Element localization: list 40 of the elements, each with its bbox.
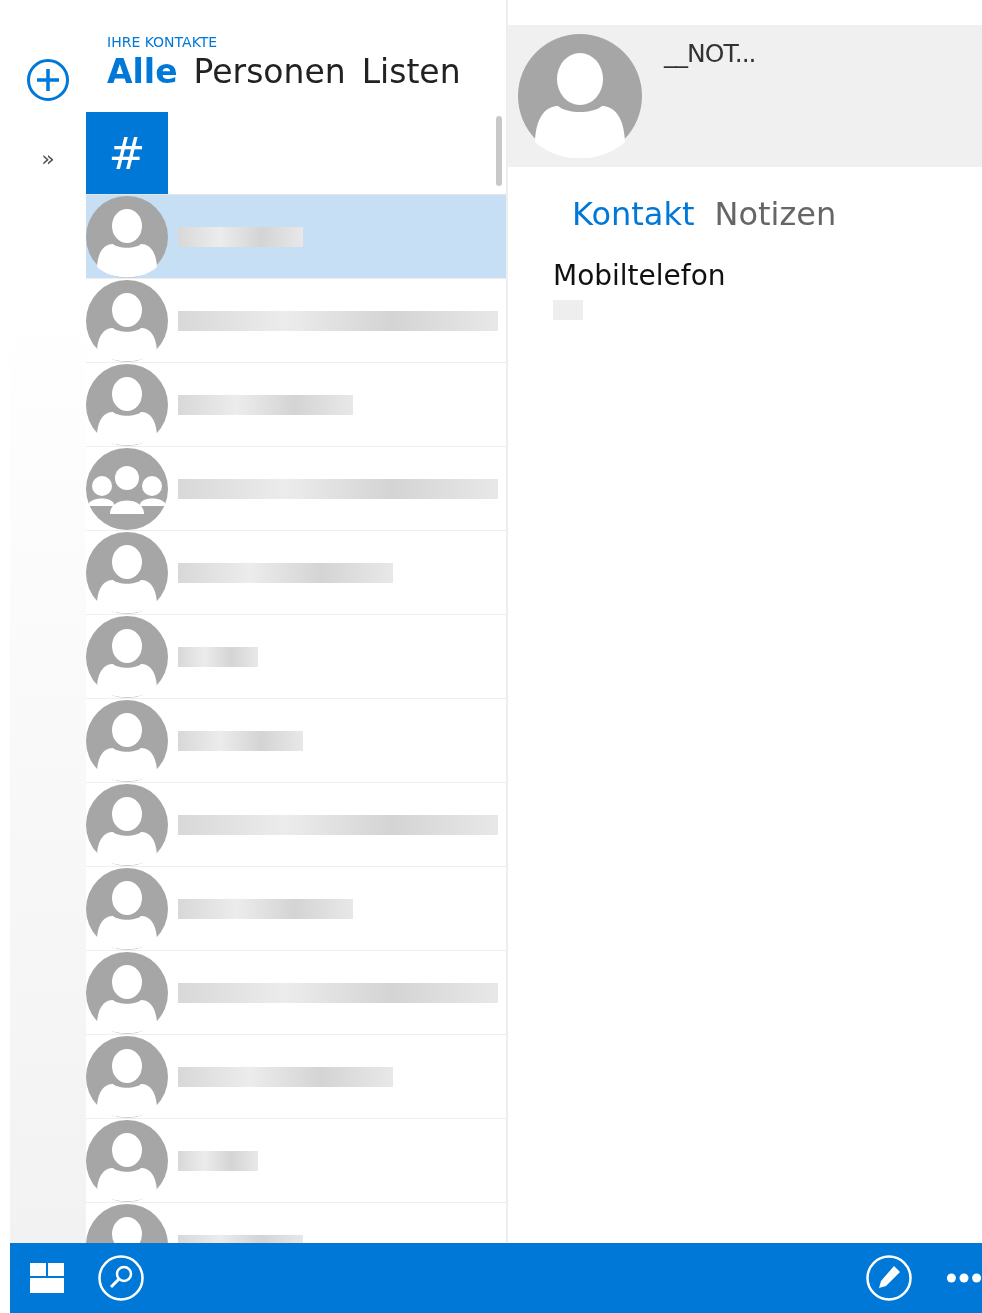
contact-row[interactable] [86, 699, 506, 783]
filter-tab[interactable]: Listen [361, 52, 461, 92]
edit-icon[interactable] [866, 1255, 912, 1301]
avatar-icon [86, 615, 168, 698]
filter-tab[interactable]: Personen [193, 52, 346, 92]
contact-row[interactable] [86, 363, 506, 447]
avatar-icon [86, 783, 168, 866]
expand-button[interactable]: » [41, 148, 55, 170]
avatar-icon [86, 699, 168, 782]
avatar-icon [518, 34, 642, 158]
add-icon[interactable] [26, 58, 70, 102]
avatar-icon [86, 951, 168, 1034]
group-avatar-icon [86, 447, 168, 530]
avatar-icon [86, 363, 168, 446]
avatar-icon [86, 867, 168, 950]
contact-name: __NOT... [664, 39, 756, 70]
contact-row[interactable] [86, 867, 506, 951]
detail-tab[interactable]: Notizen [714, 195, 837, 233]
index-letter-tile[interactable]: # [86, 112, 168, 194]
section-caption: IHRE KONTAKTE [107, 34, 219, 50]
detail-tab[interactable]: Kontakt [572, 195, 695, 233]
avatar-icon [86, 195, 168, 278]
contact-row[interactable] [86, 279, 506, 363]
contact-row[interactable] [86, 1035, 506, 1119]
avatar-icon [86, 1035, 168, 1118]
avatar-icon [86, 279, 168, 362]
avatar-icon [86, 531, 168, 614]
contact-row[interactable] [86, 195, 506, 279]
field-label: Mobiltelefon [552, 258, 727, 292]
scrollbar[interactable] [496, 116, 502, 186]
search-icon[interactable] [98, 1255, 144, 1301]
contact-row[interactable] [86, 447, 506, 531]
contact-row[interactable] [86, 1119, 506, 1203]
contact-row[interactable] [86, 531, 506, 615]
contact-row[interactable] [86, 951, 506, 1035]
tiles-icon[interactable] [30, 1263, 64, 1293]
filter-tab[interactable]: Alle [107, 52, 178, 92]
contact-row[interactable] [86, 615, 506, 699]
more-icon[interactable] [946, 1272, 982, 1284]
contact-row[interactable] [86, 783, 506, 867]
